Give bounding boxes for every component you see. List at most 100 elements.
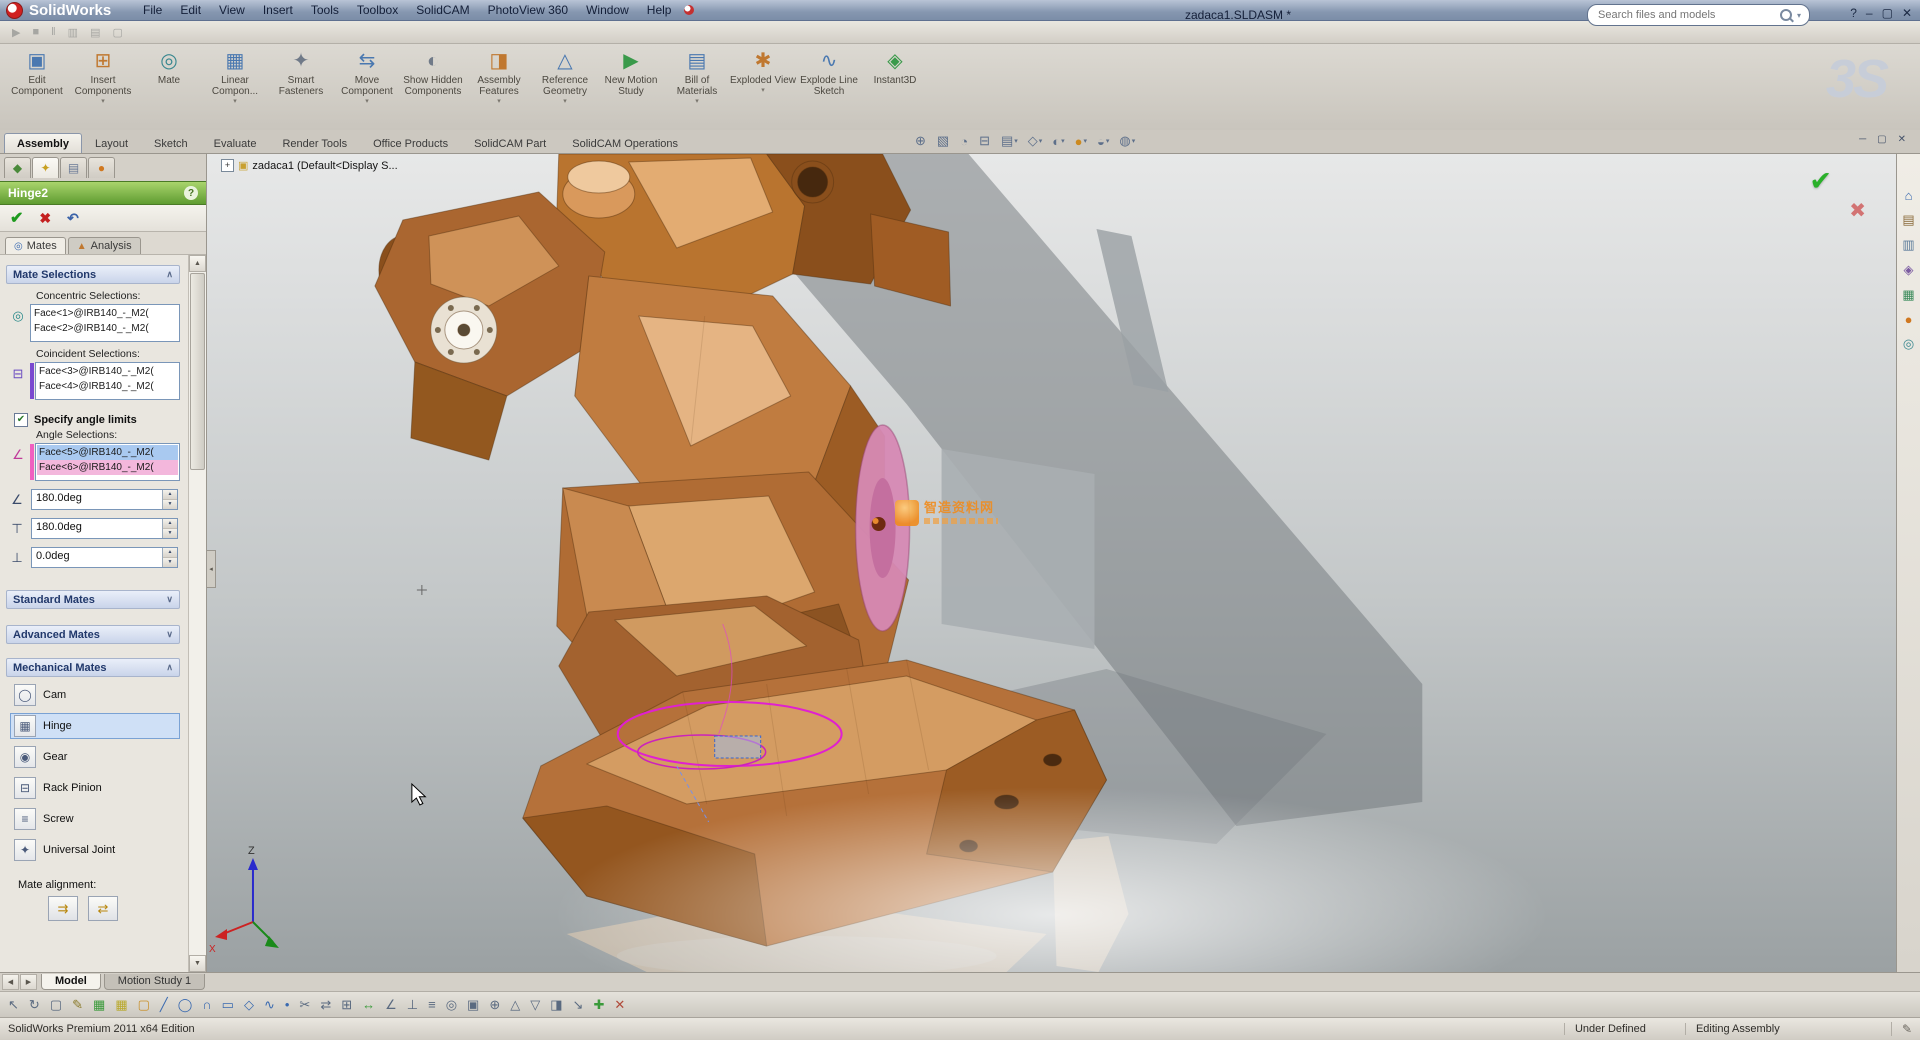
menu-item[interactable]: View [210, 0, 254, 20]
sketch-tool-icon[interactable]: ▢ [50, 997, 62, 1013]
selection-item[interactable]: Face<4>@IRB140_-_M2( [37, 379, 178, 394]
panel-scrollbar[interactable]: ▲ ▼ [188, 255, 206, 972]
sketch-tool-icon[interactable]: ▦ [115, 997, 127, 1013]
sketch-tool-icon[interactable]: ╱ [160, 997, 168, 1013]
search-dropdown-caret-icon[interactable]: ▾ [1797, 11, 1801, 20]
mechanical-mate-option[interactable]: ⊟ Rack Pinion [10, 775, 180, 801]
panel-tab[interactable]: ✦ [32, 157, 59, 178]
command-button[interactable]: ▣ Edit Component [4, 48, 70, 106]
spinner-up-icon[interactable]: ▲ [163, 548, 177, 558]
command-button[interactable]: ∿ Explode Line Sketch [796, 48, 862, 106]
headsup-tool[interactable]: ◐ ▾ [1049, 133, 1067, 150]
graphics-viewport[interactable]: Z X + ▣ zadaca1 (Default<Display S... ✔ [207, 154, 1896, 972]
panel-tab[interactable]: ▤ [60, 157, 87, 178]
sketch-tool-icon[interactable]: ▢ [138, 997, 150, 1013]
concentric-selection-list[interactable]: Face<1>@IRB140_-_M2(Face<2>@IRB140_-_M2( [30, 304, 180, 342]
headsup-tool[interactable]: ◔ [957, 133, 972, 150]
mate-alignment-button[interactable]: ⇄ [88, 896, 118, 921]
spinner-down-icon[interactable]: ▼ [163, 529, 177, 538]
quickbar-icon[interactable]: ▥ [68, 26, 78, 39]
tab-scroll-button[interactable]: ▶ [20, 974, 37, 990]
command-button[interactable]: ◈ Instant3D [862, 48, 928, 106]
commandmanager-tab[interactable]: Evaluate [201, 133, 270, 153]
selection-item[interactable]: Face<1>@IRB140_-_M2( [32, 306, 178, 321]
taskpane-icon[interactable]: ◈ [1904, 262, 1914, 278]
feature-tree-root[interactable]: + ▣ zadaca1 (Default<Display S... [221, 159, 398, 172]
coincident-selection-list[interactable]: Face<3>@IRB140_-_M2(Face<4>@IRB140_-_M2( [35, 362, 180, 400]
sketch-tool-icon[interactable]: ▭ [222, 997, 234, 1013]
sketch-tool-icon[interactable]: ↘ [573, 997, 584, 1013]
mate-panel-tab[interactable]: ◎ Mates [5, 237, 66, 254]
document-tab[interactable]: Model [41, 974, 101, 990]
quickbar-icon[interactable]: ▤ [90, 26, 100, 39]
menu-item[interactable]: Toolbox [348, 0, 407, 20]
command-button[interactable]: ▤ Bill of Materials ▾ [664, 48, 730, 106]
commandmanager-tab[interactable]: SolidCAM Operations [559, 133, 691, 153]
tree-expand-icon[interactable]: + [221, 159, 234, 172]
menu-item[interactable]: Help [638, 0, 681, 20]
document-tab[interactable]: Motion Study 1 [103, 974, 206, 990]
sketch-tool-icon[interactable]: ▣ [467, 997, 479, 1013]
sketch-tool-icon[interactable]: ∩ [202, 997, 211, 1012]
panel-tab[interactable]: ◆ [4, 157, 31, 178]
headsup-tool[interactable]: ▧ [934, 132, 953, 150]
sketch-tool-icon[interactable]: ◇ [244, 997, 254, 1013]
command-button[interactable]: ✦ Smart Fasteners [268, 48, 334, 106]
mate-panel-tab[interactable]: ▲ Analysis [67, 237, 141, 254]
mechanical-mate-option[interactable]: ◯ Cam [10, 682, 180, 708]
selection-item[interactable]: Face<3>@IRB140_-_M2( [37, 364, 178, 379]
commandmanager-tab[interactable]: Office Products [360, 133, 461, 153]
scroll-up-icon[interactable]: ▲ [189, 255, 206, 272]
selection-item[interactable]: Face<2>@IRB140_-_M2( [32, 321, 178, 336]
taskpane-icon[interactable]: ● [1905, 312, 1913, 327]
help-icon[interactable]: ? [184, 186, 198, 200]
panel-tab[interactable]: ● [88, 157, 115, 178]
headsup-tool[interactable]: ▤ ▾ [998, 132, 1021, 150]
commandmanager-tab[interactable]: Render Tools [269, 133, 360, 153]
mechanical-mate-option[interactable]: ▦ Hinge [10, 713, 180, 739]
command-button[interactable]: ▦ Linear Compon... ▾ [202, 48, 268, 106]
headsup-tool[interactable]: ⊕ [912, 132, 930, 150]
quickbar-icon[interactable]: ▶ [12, 26, 20, 39]
angle-input[interactable]: 180.0deg ▲ ▼ [31, 489, 178, 510]
headsup-tool[interactable]: ◒ ▾ [1094, 133, 1112, 150]
section-header-mechanical-mates[interactable]: Mechanical Mates ∧ [6, 658, 180, 677]
sketch-tool-icon[interactable]: ▦ [93, 997, 105, 1013]
3d-model-canvas[interactable]: Z X [207, 154, 1896, 972]
sketch-tool-icon[interactable]: ⇄ [320, 997, 331, 1013]
doc-restore-button[interactable]: ▢ [1877, 134, 1886, 145]
menu-item[interactable]: PhotoView 360 [479, 0, 578, 20]
menu-item[interactable]: Insert [254, 0, 302, 20]
sketch-tool-icon[interactable]: ◯ [178, 997, 193, 1013]
quickbar-icon[interactable]: ‖ [51, 26, 56, 38]
taskpane-icon[interactable]: ◎ [1903, 336, 1914, 352]
command-button[interactable]: ◨ Assembly Features ▾ [466, 48, 532, 106]
menu-item[interactable]: File [134, 0, 171, 20]
sketch-tool-icon[interactable]: ◎ [446, 997, 457, 1013]
maximize-button[interactable]: ▢ [1882, 6, 1893, 20]
sketch-tool-icon[interactable]: ∿ [264, 997, 275, 1013]
specify-angle-checkbox[interactable]: ✔ [14, 413, 28, 427]
sketch-tool-icon[interactable]: ⊞ [341, 997, 352, 1013]
menu-item[interactable]: Edit [171, 0, 210, 20]
command-button[interactable]: ⇆ Move Component ▾ [334, 48, 400, 106]
help-button[interactable]: ? [1850, 6, 1857, 20]
sketch-tool-icon[interactable]: ∠ [385, 997, 397, 1013]
quickbar-icon[interactable]: ■ [32, 26, 39, 38]
command-button[interactable]: ✱ Exploded View ▾ [730, 48, 796, 106]
selection-item[interactable]: Face<5>@IRB140_-_M2( [37, 445, 178, 460]
sketch-tool-icon[interactable]: ✂ [299, 997, 310, 1013]
sketch-tool-icon[interactable]: ↔ [362, 997, 375, 1012]
cancel-button[interactable]: ✖ [39, 210, 51, 227]
angle-selection-list[interactable]: Face<5>@IRB140_-_M2(Face<6>@IRB140_-_M2( [35, 443, 180, 481]
sketch-tool-icon[interactable]: ✎ [72, 997, 83, 1013]
mate-alignment-button[interactable]: ⇉ [48, 896, 78, 921]
headsup-tool[interactable]: ● ▾ [1072, 133, 1090, 150]
mechanical-mate-option[interactable]: ✦ Universal Joint [10, 837, 180, 863]
command-button[interactable]: ⊞ Insert Components ▾ [70, 48, 136, 106]
sketch-tool-icon[interactable]: • [285, 997, 290, 1012]
taskpane-icon[interactable]: ▥ [1902, 237, 1914, 253]
ok-button[interactable]: ✔ [10, 208, 23, 228]
tab-scroll-button[interactable]: ◀ [2, 974, 19, 990]
scroll-down-icon[interactable]: ▼ [189, 955, 206, 972]
